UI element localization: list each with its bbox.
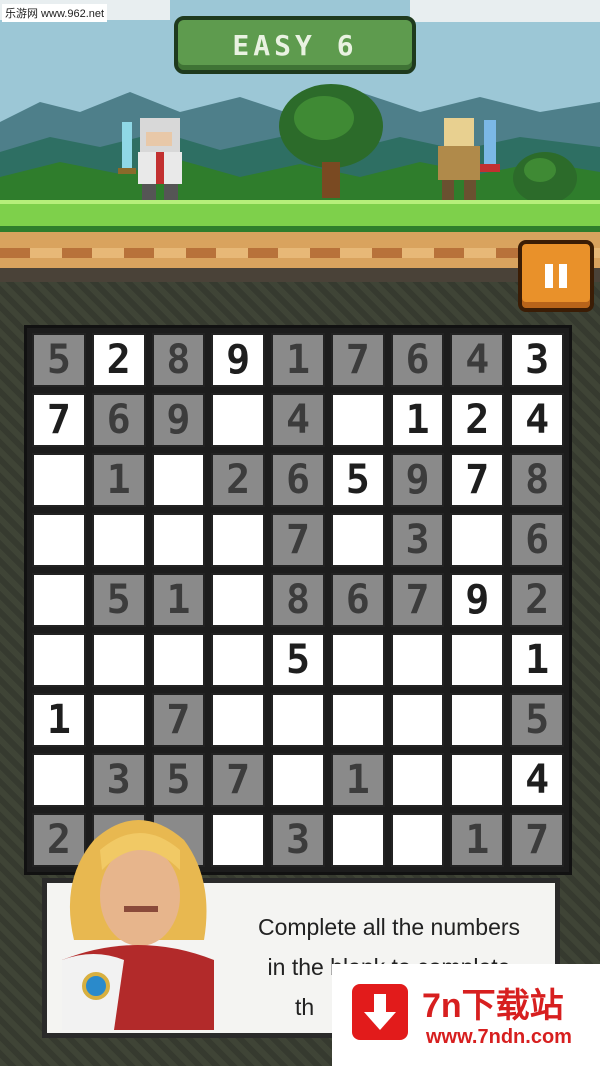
sudoku-cell: 7	[510, 813, 564, 867]
sudoku-cell: 6	[390, 333, 445, 387]
sudoku-cell: 2	[510, 573, 564, 627]
sudoku-cell: 7	[211, 753, 266, 807]
sudoku-cell[interactable]: 3	[510, 333, 564, 387]
sudoku-cell[interactable]: 1	[390, 393, 445, 447]
watermark-main: 7n下载站	[422, 987, 564, 1025]
sudoku-cell[interactable]	[211, 633, 266, 687]
sudoku-cell[interactable]	[271, 753, 325, 807]
sudoku-cell[interactable]	[330, 693, 385, 747]
sudoku-cell: 1	[151, 573, 206, 627]
sudoku-cell: 5	[510, 693, 564, 747]
sudoku-cell: 4	[271, 393, 325, 447]
sudoku-cell: 8	[151, 333, 206, 387]
sudoku-cell[interactable]	[32, 453, 86, 507]
sudoku-cell: 4	[450, 333, 505, 387]
sudoku-cell: 7	[271, 513, 325, 567]
sudoku-cell: 1	[271, 333, 325, 387]
sudoku-cell: 6	[510, 513, 564, 567]
watermark-sub: www.7ndn.com	[426, 1026, 572, 1048]
sudoku-cell[interactable]	[450, 693, 505, 747]
sudoku-cell: 9	[390, 453, 445, 507]
sudoku-cell: 5	[91, 573, 146, 627]
sudoku-cell[interactable]	[390, 633, 445, 687]
sudoku-cell[interactable]	[330, 513, 385, 567]
sudoku-cell[interactable]	[151, 513, 206, 567]
sudoku-cell[interactable]	[330, 633, 385, 687]
sudoku-cell[interactable]	[450, 753, 505, 807]
game-scene: EASY 6	[0, 0, 600, 282]
sudoku-cell[interactable]: 7	[32, 393, 86, 447]
dirt-pattern	[0, 248, 600, 258]
sudoku-cell[interactable]	[390, 813, 445, 867]
sudoku-cell: 3	[390, 513, 445, 567]
watermark-top: 乐游网 www.962.net	[2, 4, 108, 22]
sudoku-cell[interactable]: 7	[450, 453, 505, 507]
sudoku-cell[interactable]: 2	[450, 393, 505, 447]
sudoku-cell: 9	[151, 393, 206, 447]
sudoku-cell: 1	[450, 813, 505, 867]
download-icon	[352, 984, 408, 1040]
sudoku-grid: 5289176437694124126597873651867925117535…	[24, 325, 572, 875]
sudoku-cell[interactable]	[91, 633, 146, 687]
bush-icon	[513, 152, 577, 200]
sudoku-cell[interactable]	[330, 393, 385, 447]
sudoku-cell[interactable]	[211, 393, 266, 447]
sudoku-cell[interactable]	[330, 813, 385, 867]
sudoku-cell: 8	[271, 573, 325, 627]
sudoku-cell[interactable]: 2	[91, 333, 146, 387]
sudoku-cell: 5	[32, 333, 86, 387]
sudoku-cell[interactable]: 5	[271, 633, 325, 687]
pause-icon	[542, 264, 570, 288]
sudoku-cell[interactable]	[32, 513, 86, 567]
sudoku-cell[interactable]	[32, 633, 86, 687]
sudoku-cell: 7	[330, 333, 385, 387]
ground-shadow	[0, 268, 600, 282]
sudoku-cell[interactable]: 4	[510, 753, 564, 807]
sudoku-cell: 7	[390, 573, 445, 627]
level-title: EASY 6	[232, 28, 358, 62]
sudoku-cell[interactable]	[450, 513, 505, 567]
sudoku-cell[interactable]	[211, 573, 266, 627]
sudoku-cell: 2	[211, 453, 266, 507]
sudoku-cell: 5	[151, 753, 206, 807]
sudoku-cell: 3	[91, 753, 146, 807]
sudoku-cell[interactable]: 5	[330, 453, 385, 507]
sudoku-cell: 6	[271, 453, 325, 507]
sudoku-cell[interactable]	[32, 753, 86, 807]
sudoku-cell[interactable]	[151, 633, 206, 687]
sudoku-cell: 3	[271, 813, 325, 867]
sudoku-cell[interactable]	[450, 633, 505, 687]
sudoku-cell: 1	[330, 753, 385, 807]
sudoku-cell[interactable]: 1	[32, 693, 86, 747]
sudoku-cell[interactable]	[91, 513, 146, 567]
sudoku-cell[interactable]: 1	[510, 633, 564, 687]
sudoku-cell[interactable]	[32, 573, 86, 627]
sudoku-cell[interactable]	[211, 513, 266, 567]
sudoku-cell[interactable]: 9	[450, 573, 505, 627]
advisor-portrait	[62, 820, 214, 1030]
sudoku-cell: 6	[330, 573, 385, 627]
level-title-plate: EASY 6	[174, 16, 416, 74]
pause-button[interactable]	[518, 240, 594, 312]
sudoku-cell: 7	[151, 693, 206, 747]
enemy-character-icon	[438, 118, 500, 200]
sudoku-cell: 1	[91, 453, 146, 507]
cloud	[410, 0, 600, 22]
dialog-line: Complete all the numbers	[257, 914, 521, 940]
sudoku-cell[interactable]	[91, 693, 146, 747]
sudoku-cell[interactable]: 9	[211, 333, 266, 387]
sudoku-cell: 6	[91, 393, 146, 447]
sudoku-cell[interactable]	[151, 453, 206, 507]
watermark-badge: 7n下载站 www.7ndn.com	[332, 964, 600, 1066]
sudoku-cell[interactable]	[271, 693, 325, 747]
sudoku-cell[interactable]: 4	[510, 393, 564, 447]
sudoku-cell[interactable]	[390, 693, 445, 747]
sudoku-cell[interactable]	[390, 753, 445, 807]
sudoku-cell[interactable]	[211, 693, 266, 747]
knight-character-icon	[118, 118, 182, 200]
sudoku-cell: 8	[510, 453, 564, 507]
tree-icon	[279, 84, 383, 198]
